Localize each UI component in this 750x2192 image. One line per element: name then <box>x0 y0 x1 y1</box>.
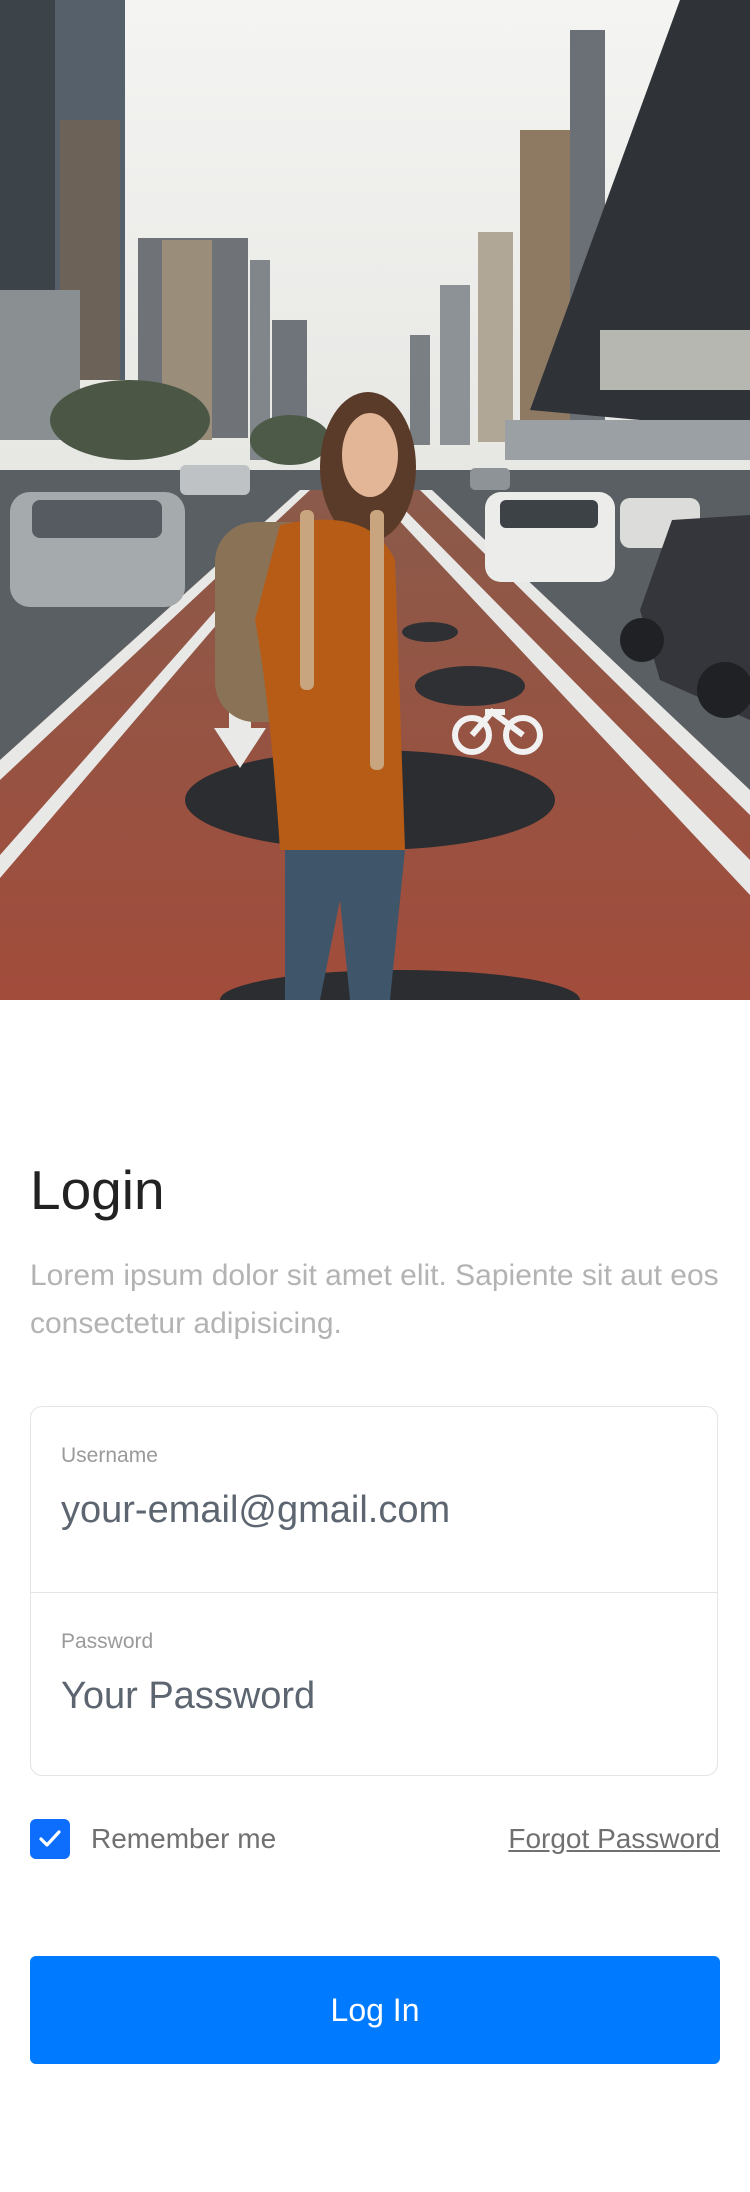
login-options: Remember me Forgot Password <box>30 1819 720 1859</box>
username-field: Username <box>31 1407 717 1592</box>
hero-image <box>0 0 750 1000</box>
page-title: Login <box>30 1159 165 1221</box>
password-input[interactable] <box>61 1675 687 1718</box>
password-field: Password <box>31 1592 717 1775</box>
username-label: Username <box>61 1444 158 1467</box>
password-label: Password <box>61 1630 154 1653</box>
login-form-card: Username Password <box>30 1406 718 1776</box>
check-icon <box>39 1830 61 1847</box>
remember-me-checkbox[interactable] <box>30 1819 70 1859</box>
page-subtitle: Lorem ipsum dolor sit amet elit. Sapient… <box>30 1259 719 1340</box>
forgot-password-link[interactable]: Forgot Password <box>508 1823 720 1855</box>
remember-me-control[interactable]: Remember me <box>30 1819 276 1859</box>
login-button[interactable]: Log In <box>30 1956 720 2064</box>
remember-me-label: Remember me <box>91 1823 277 1854</box>
username-input[interactable] <box>61 1489 687 1532</box>
login-panel: Login Lorem ipsum dolor sit amet elit. S… <box>0 1000 750 2064</box>
city-street-photo <box>0 0 750 1000</box>
